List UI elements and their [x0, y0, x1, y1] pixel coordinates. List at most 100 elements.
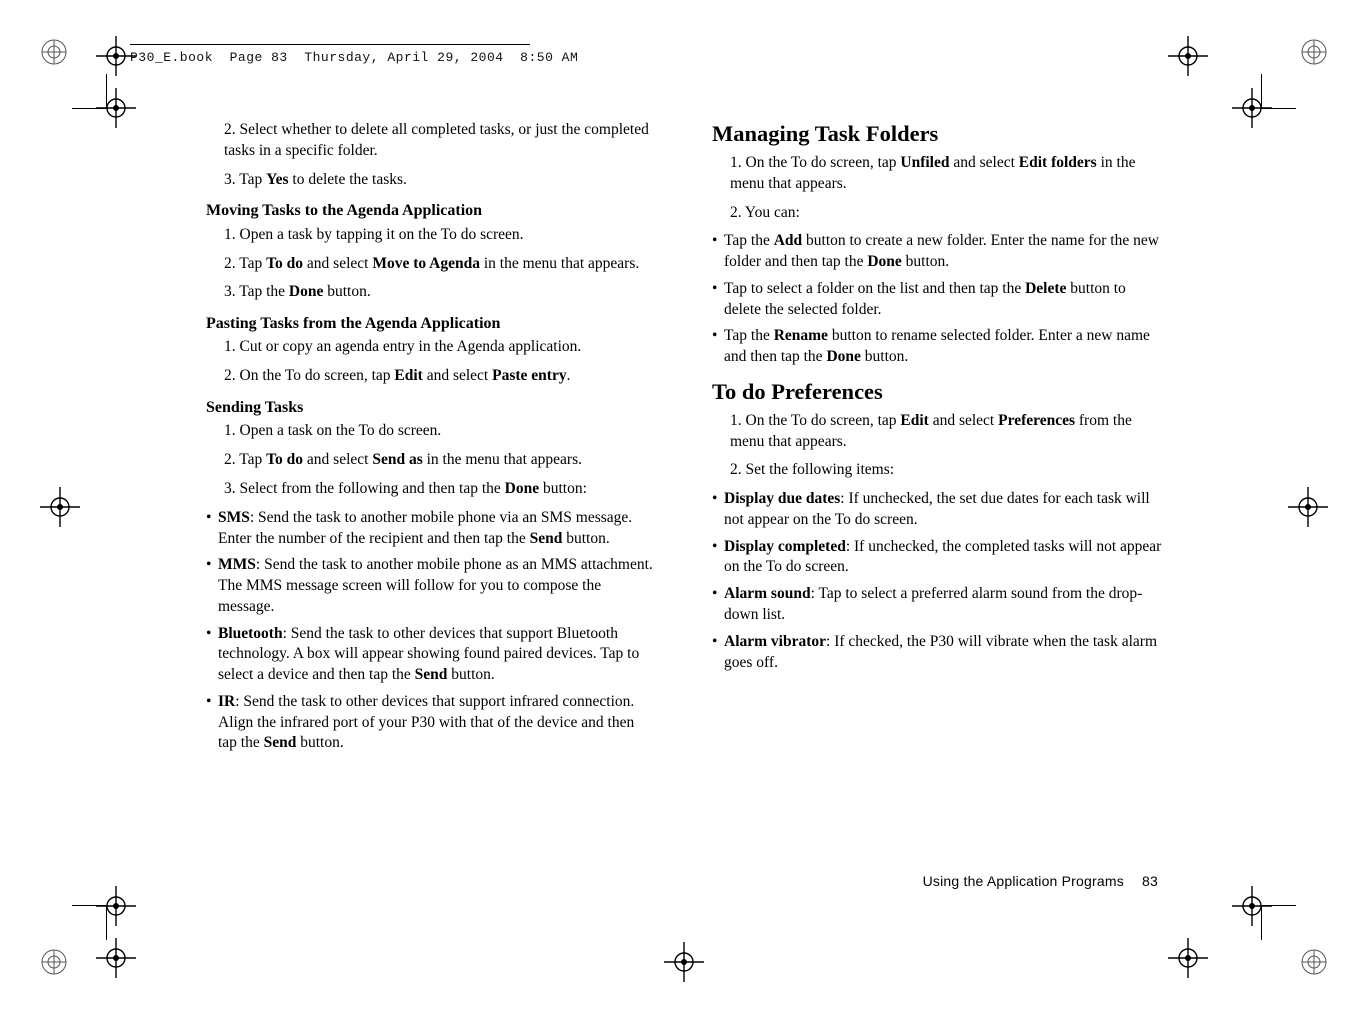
crosshair-icon: [1168, 938, 1208, 978]
heading-sending-tasks: Sending Tasks: [206, 397, 656, 418]
bullet-add-folder: Tap the Add button to create a new folde…: [712, 231, 1162, 273]
step-move-3: 3. Tap the Done button.: [206, 282, 656, 303]
crosshair-icon: [96, 886, 136, 926]
inline-bold: Send: [415, 666, 448, 683]
page-footer: Using the Application Programs 83: [923, 873, 1158, 889]
body-text: 2. Tap: [224, 451, 266, 468]
inline-bold: Done: [826, 348, 860, 365]
crosshair-icon: [1232, 886, 1272, 926]
body-text: Tap the: [724, 232, 774, 249]
bullet-alarm-vibrator: Alarm vibrator: If checked, the P30 will…: [712, 632, 1162, 674]
body-text: and select: [949, 154, 1018, 171]
body-text: to delete the tasks.: [289, 171, 407, 188]
inline-bold: Done: [289, 283, 323, 300]
inline-bold: Display due dates: [724, 490, 840, 507]
heading-todo-preferences: To do Preferences: [712, 378, 1162, 405]
body-text: 1. Open a task on the To do screen.: [224, 422, 441, 439]
inline-bold: Alarm sound: [724, 585, 811, 602]
inline-bold: Rename: [774, 327, 828, 344]
registration-rosette-icon: [40, 948, 68, 976]
registration-rosette-icon: [40, 38, 68, 66]
crosshair-icon: [664, 942, 704, 982]
right-column: Managing Task Folders 1. On the To do sc…: [712, 120, 1162, 890]
body-text: 1. On the To do screen, tap: [730, 154, 900, 171]
bullet-ir: IR: Send the task to other devices that …: [206, 692, 656, 754]
body-text: Tap to select a folder on the list and t…: [724, 280, 1025, 297]
heading-pasting-tasks: Pasting Tasks from the Agenda Applicatio…: [206, 313, 656, 334]
body-text: in the menu that appears.: [480, 255, 639, 272]
body-text: Tap the: [724, 327, 774, 344]
body-text: and select: [929, 412, 998, 429]
step-send-3: 3. Select from the following and then ta…: [206, 479, 656, 500]
bullet-rename-folder: Tap the Rename button to rename selected…: [712, 326, 1162, 368]
inline-bold: Done: [867, 253, 901, 270]
heading-moving-tasks: Moving Tasks to the Agenda Application: [206, 200, 656, 221]
bullet-display-completed: Display completed: If unchecked, the com…: [712, 537, 1162, 579]
registration-rosette-icon: [1300, 38, 1328, 66]
body-text: button.: [902, 253, 949, 270]
inline-bold: IR: [218, 693, 235, 710]
inline-bold: Bluetooth: [218, 625, 283, 642]
inline-bold: Send: [530, 530, 563, 547]
bullet-delete-folder: Tap to select a folder on the list and t…: [712, 279, 1162, 321]
bullet-mms: MMS: Send the task to another mobile pho…: [206, 555, 656, 617]
inline-bold: Edit: [394, 367, 422, 384]
inline-bold: Move to Agenda: [372, 255, 480, 272]
step-paste-2: 2. On the To do screen, tap Edit and sel…: [206, 366, 656, 387]
body-text: 3. Tap the: [224, 283, 289, 300]
body-text: 1. Open a task by tapping it on the To d…: [224, 226, 524, 243]
body-text: in the menu that appears.: [423, 451, 582, 468]
body-text: 2. Tap: [224, 255, 266, 272]
step-folders-2: 2. You can:: [712, 203, 1162, 224]
body-text: button.: [447, 666, 494, 683]
body-text: button.: [562, 530, 609, 547]
step-move-1: 1. Open a task by tapping it on the To d…: [206, 225, 656, 246]
inline-bold: Display completed: [724, 538, 846, 555]
crosshair-icon: [1288, 487, 1328, 527]
body-text: 1. Cut or copy an agenda entry in the Ag…: [224, 338, 581, 355]
body-text: 2. Select whether to delete all complete…: [224, 121, 649, 159]
crosshair-icon: [96, 938, 136, 978]
inline-bold: Preferences: [998, 412, 1075, 429]
inline-bold: Paste entry: [492, 367, 566, 384]
step-send-2: 2. Tap To do and select Send as in the m…: [206, 450, 656, 471]
inline-bold: Done: [505, 480, 539, 497]
inline-bold: To do: [266, 255, 303, 272]
crosshair-icon: [96, 88, 136, 128]
step-paste-1: 1. Cut or copy an agenda entry in the Ag…: [206, 337, 656, 358]
footer-section: Using the Application Programs: [923, 873, 1124, 889]
body-text: 3. Tap: [224, 171, 266, 188]
body-text: 1. On the To do screen, tap: [730, 412, 900, 429]
step-move-2: 2. Tap To do and select Move to Agenda i…: [206, 254, 656, 275]
inline-bold: Delete: [1025, 280, 1066, 297]
running-header: P30_E.book Page 83 Thursday, April 29, 2…: [130, 50, 578, 65]
bullet-bluetooth: Bluetooth: Send the task to other device…: [206, 624, 656, 686]
page-body: 2. Select whether to delete all complete…: [206, 120, 1162, 890]
step-delete-2: 2. Select whether to delete all complete…: [206, 120, 656, 162]
step-send-1: 1. Open a task on the To do screen.: [206, 421, 656, 442]
running-header-rule: [130, 44, 530, 45]
left-column: 2. Select whether to delete all complete…: [206, 120, 656, 890]
heading-managing-folders: Managing Task Folders: [712, 120, 1162, 147]
step-delete-3: 3. Tap Yes to delete the tasks.: [206, 170, 656, 191]
body-text: button.: [861, 348, 908, 365]
crosshair-icon: [1168, 36, 1208, 76]
inline-bold: SMS: [218, 509, 250, 526]
body-text: 3. Select from the following and then ta…: [224, 480, 505, 497]
step-prefs-1: 1. On the To do screen, tap Edit and sel…: [712, 411, 1162, 453]
inline-bold: Send as: [372, 451, 422, 468]
body-text: and select: [423, 367, 492, 384]
body-text: button.: [296, 734, 343, 751]
footer-page-number: 83: [1142, 873, 1158, 889]
inline-bold: Add: [774, 232, 802, 249]
bullet-alarm-sound: Alarm sound: Tap to select a preferred a…: [712, 584, 1162, 626]
step-folders-1: 1. On the To do screen, tap Unfiled and …: [712, 153, 1162, 195]
inline-bold: Edit folders: [1019, 154, 1097, 171]
registration-rosette-icon: [1300, 948, 1328, 976]
body-text: 2. On the To do screen, tap: [224, 367, 394, 384]
body-text: and select: [303, 255, 372, 272]
inline-bold: To do: [266, 451, 303, 468]
inline-bold: Unfiled: [900, 154, 949, 171]
inline-bold: MMS: [218, 556, 256, 573]
step-prefs-2: 2. Set the following items:: [712, 460, 1162, 481]
